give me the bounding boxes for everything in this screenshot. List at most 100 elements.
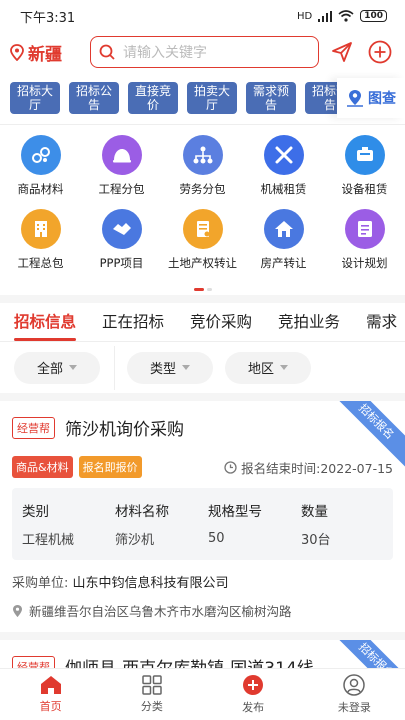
- category-subcontract[interactable]: 工程分包: [81, 135, 162, 209]
- location-selector[interactable]: 新疆: [10, 40, 82, 65]
- handshake-icon: [101, 209, 142, 249]
- quick-tags: 招标大厅 招标公告 直接竞价 拍卖大厅 需求预告 招标预告 图查: [0, 72, 405, 124]
- map-pin-icon: [347, 90, 363, 107]
- chevron-down-icon: [280, 365, 288, 370]
- page-indicator: [0, 283, 405, 295]
- category-land-transfer[interactable]: 土地产权转让: [162, 209, 243, 283]
- listing-card[interactable]: 招标报名 经营帮 筛沙机询价采购 商品&材料 报名即报价 报名结束时间:2022…: [0, 401, 405, 632]
- publish-plus-icon: [243, 675, 264, 695]
- status-time: 下午3:31: [20, 10, 76, 26]
- indicator-active: [193, 287, 204, 291]
- equipment-icon: [344, 135, 385, 175]
- tab-price-purchase[interactable]: 竞价采购: [190, 303, 252, 341]
- tab-bidding-now[interactable]: 正在招标: [102, 303, 164, 341]
- category-label: 设计规划: [341, 256, 388, 270]
- category-design[interactable]: 设计规划: [324, 209, 405, 283]
- category-equipment[interactable]: 设备租赁: [324, 135, 405, 209]
- nav-publish[interactable]: 发布: [203, 669, 304, 720]
- clock-icon: [224, 460, 237, 474]
- tag-bidding-hall[interactable]: 招标大厅: [10, 82, 60, 114]
- category-label: 工程总包: [17, 256, 64, 270]
- building-icon: [20, 209, 61, 249]
- category-label: 劳务分包: [179, 182, 226, 196]
- status-icons: HD 100: [297, 10, 387, 22]
- nav-label: 分类: [140, 700, 163, 713]
- buyer-label: 采购单位:: [12, 576, 69, 591]
- deadline-text: 报名结束时间:2022-07-15: [241, 460, 393, 476]
- table-header: 类别 材料名称 规格型号 数量: [22, 496, 383, 524]
- tag-auction-hall[interactable]: 拍卖大厅: [187, 82, 237, 114]
- tab-auction-business[interactable]: 竞拍业务: [278, 303, 340, 341]
- table-header-cell: 数量: [301, 504, 328, 520]
- category-materials[interactable]: 商品材料: [0, 135, 81, 209]
- address-text: 新疆维吾尔自治区乌鲁木齐市水磨沟区榆树沟路: [29, 604, 292, 619]
- send-button[interactable]: [327, 41, 357, 63]
- chevron-down-icon: [69, 365, 77, 370]
- table-header-cell: 类别: [22, 504, 49, 520]
- location-pin-icon: [13, 604, 22, 617]
- filter-all[interactable]: 全部: [14, 351, 100, 384]
- items-table: 类别 材料名称 规格型号 数量 工程机械 筛沙机 50 30台: [12, 488, 393, 560]
- card-title: 筛沙机询价采购: [65, 420, 184, 440]
- send-icon: [332, 42, 352, 62]
- nav-profile[interactable]: 未登录: [304, 669, 405, 720]
- map-search-button[interactable]: 图查: [337, 78, 405, 118]
- category-label: PPP项目: [99, 256, 144, 270]
- helmet-icon: [101, 135, 142, 175]
- category-labor[interactable]: 劳务分包: [162, 135, 243, 209]
- network-label: HD: [296, 10, 313, 22]
- category-machinery[interactable]: 机械租赁: [243, 135, 324, 209]
- section-gap: [0, 632, 405, 640]
- nav-category[interactable]: 分类: [101, 669, 202, 720]
- house-icon: [263, 209, 304, 249]
- chevron-down-icon: [182, 365, 190, 370]
- add-button[interactable]: [365, 40, 395, 64]
- deadline: 报名结束时间:2022-07-15: [224, 458, 393, 477]
- quote-chip: 报名即报价: [78, 456, 142, 478]
- category-row: 商品材料 工程分包 劳务分包 机械租赁 设备租赁: [0, 135, 405, 209]
- chip-group: 商品&材料 报名即报价: [12, 456, 142, 478]
- category-label: 工程分包: [98, 182, 145, 196]
- table-header-cell: 材料名称: [115, 504, 169, 520]
- signal-icon: [318, 10, 333, 22]
- category-label: 房产转让: [260, 256, 307, 270]
- search-icon: [99, 44, 115, 60]
- category-label: 土地产权转让: [168, 256, 237, 270]
- address-row: 新疆维吾尔自治区乌鲁木齐市水磨沟区榆树沟路: [12, 601, 393, 632]
- source-badge: 经营帮: [12, 416, 55, 439]
- filter-all-label: 全部: [36, 362, 63, 377]
- filter-region[interactable]: 地区: [225, 351, 311, 384]
- user-icon: [343, 674, 366, 696]
- top-header: 新疆 请输入关键字: [0, 32, 405, 72]
- tab-bidding-info[interactable]: 招标信息: [14, 303, 77, 341]
- indicator-inactive: [206, 287, 212, 291]
- divider: [114, 345, 115, 390]
- category-general-contract[interactable]: 工程总包: [0, 209, 81, 283]
- buyer-name: 山东中钧信息科技有限公司: [72, 576, 229, 591]
- location-label: 新疆: [28, 44, 62, 65]
- search-placeholder: 请输入关键字: [123, 45, 207, 61]
- bottom-nav: 首页 分类 发布 未登录: [0, 668, 405, 720]
- table-cell: 工程机械: [22, 532, 75, 548]
- tag-direct-bidding[interactable]: 直接竞价: [128, 82, 178, 114]
- tag-bidding-notice[interactable]: 招标公告: [69, 82, 119, 114]
- map-search-label: 图查: [368, 91, 396, 107]
- table-row: 工程机械 筛沙机 50 30台: [22, 524, 383, 552]
- card-title-row: 经营帮 筛沙机询价采购: [12, 415, 393, 440]
- tab-demand[interactable]: 需求: [366, 303, 397, 341]
- nav-home[interactable]: 首页: [0, 669, 101, 720]
- tab-bar: 招标信息 正在招标 竞价采购 竞拍业务 需求: [0, 295, 405, 341]
- filter-type[interactable]: 类型: [127, 351, 213, 384]
- category-row: 工程总包 PPP项目 土地产权转让 房产转让 设计规划: [0, 209, 405, 283]
- card-meta: 商品&材料 报名即报价 报名结束时间:2022-07-15: [12, 456, 393, 478]
- nav-label: 首页: [39, 700, 62, 713]
- tag-demand-preview[interactable]: 需求预告: [246, 82, 296, 114]
- buyer-row: 采购单位: 山东中钧信息科技有限公司: [12, 572, 393, 591]
- category-property-transfer[interactable]: 房产转让: [243, 209, 324, 283]
- filter-bar: 全部 类型 地区: [0, 341, 405, 393]
- wifi-icon: [338, 10, 354, 22]
- search-input[interactable]: 请输入关键字: [90, 36, 319, 68]
- category-ppp[interactable]: PPP项目: [81, 209, 162, 283]
- org-chart-icon: [182, 135, 223, 175]
- table-header-cell: 规格型号: [208, 504, 262, 520]
